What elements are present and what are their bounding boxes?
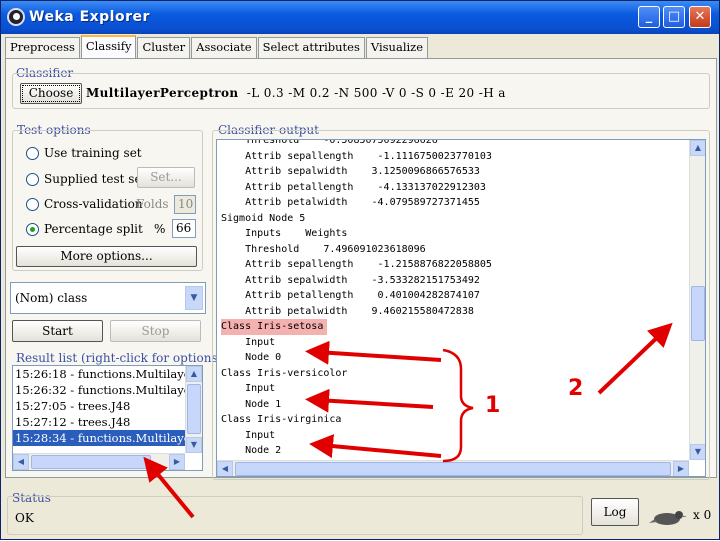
annotation-overlay: [143, 322, 673, 519]
weka-explorer-window: Weka Explorer _ □ ✕ Preprocess Classify …: [0, 0, 720, 540]
annotation-label-1: 1: [485, 393, 501, 418]
annotation-arrow: [305, 388, 434, 413]
annotation-arrow: [309, 434, 442, 459]
annotation-arrow: [143, 456, 195, 519]
annotation-arrows: [143, 322, 673, 519]
annotation-arrow: [305, 340, 442, 365]
annotation-arrow: [597, 322, 673, 395]
annotation-label-2: 2: [568, 376, 584, 401]
annotation-bracket: [442, 348, 474, 463]
